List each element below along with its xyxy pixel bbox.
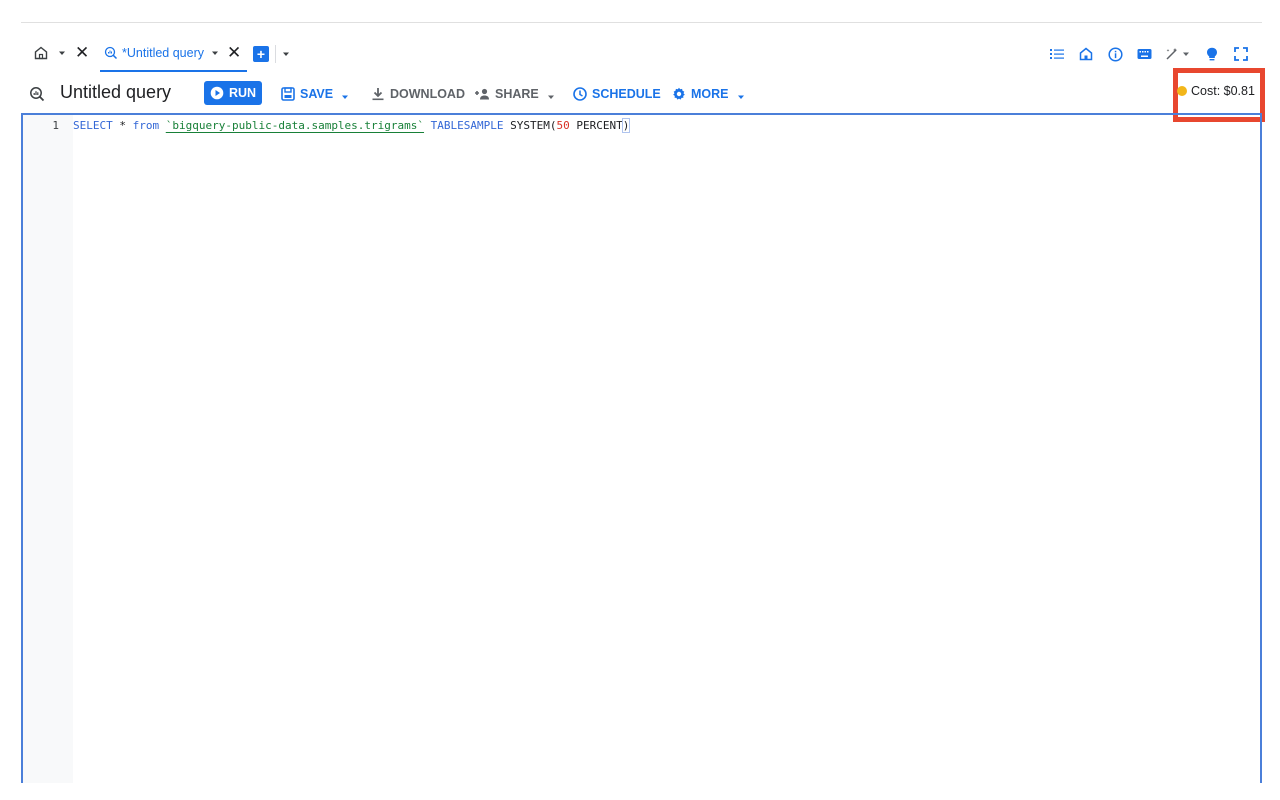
fullscreen-icon[interactable]: [1232, 45, 1250, 63]
more-button[interactable]: MORE: [672, 84, 745, 104]
chevron-down-icon[interactable]: [282, 50, 290, 58]
keyboard-icon[interactable]: [1135, 45, 1153, 63]
home-tab[interactable]: ✕: [33, 44, 89, 61]
table-reference[interactable]: `bigquery-public-data.samples.trigrams`: [166, 119, 424, 132]
cost-label: Cost: $0.81: [1191, 84, 1255, 98]
chevron-down-icon: [341, 90, 349, 99]
save-button[interactable]: SAVE: [281, 84, 349, 104]
query-icon: [29, 86, 45, 102]
home-icon[interactable]: [1077, 45, 1095, 63]
chevron-down-icon[interactable]: [211, 49, 219, 57]
schedule-button[interactable]: SCHEDULE: [573, 84, 661, 104]
run-label: RUN: [228, 86, 257, 100]
keyword-select: SELECT: [73, 118, 113, 132]
chevron-down-icon[interactable]: [58, 49, 66, 57]
keyword-tablesample: TABLESAMPLE: [430, 118, 504, 132]
query-toolbar: Untitled query RUN SAVE DOWNLOAD SHARE S…: [21, 68, 1265, 122]
close-icon[interactable]: ✕: [227, 44, 241, 61]
close-icon[interactable]: ✕: [75, 44, 89, 61]
token-percent: PERCENT: [569, 118, 623, 132]
share-label: SHARE: [495, 87, 539, 101]
download-button[interactable]: DOWNLOAD: [371, 84, 465, 104]
token-system: SYSTEM(: [503, 118, 557, 132]
line-number: 1: [52, 118, 59, 132]
more-label: MORE: [691, 87, 729, 101]
token-star: *: [112, 118, 133, 132]
cost-estimate: Cost: $0.81: [1177, 84, 1255, 98]
add-tab-icon[interactable]: +: [253, 46, 269, 62]
magic-wand-icon[interactable]: [1164, 45, 1192, 63]
tab-bar: ✕ *Untitled query ✕ +: [21, 36, 1262, 72]
share-button[interactable]: SHARE: [474, 84, 555, 104]
schedule-label: SCHEDULE: [592, 87, 661, 101]
keyword-from: from: [132, 118, 160, 132]
list-icon[interactable]: [1048, 45, 1066, 63]
home-icon[interactable]: [33, 45, 49, 61]
code-line[interactable]: 1 SELECT * from `bigquery-public-data.sa…: [23, 117, 631, 133]
status-icon: [1177, 86, 1187, 96]
chevron-down-icon: [737, 90, 745, 99]
info-icon[interactable]: [1106, 45, 1124, 63]
tab-untitled-query[interactable]: *Untitled query ✕: [100, 36, 248, 72]
new-tab-group: +: [253, 45, 290, 63]
chevron-down-icon: [547, 90, 555, 99]
play-icon: [210, 86, 224, 100]
number-literal: 50: [556, 118, 570, 132]
add-person-icon: [474, 87, 490, 101]
top-divider: [21, 22, 1262, 23]
download-label: DOWNLOAD: [390, 87, 465, 101]
query-icon: [104, 46, 118, 60]
line-gutter: [23, 115, 73, 783]
lightbulb-icon[interactable]: [1203, 45, 1221, 63]
code-text[interactable]: SELECT * from `bigquery-public-data.samp…: [73, 117, 631, 133]
clock-icon: [573, 87, 587, 101]
save-label: SAVE: [300, 87, 334, 101]
run-button[interactable]: RUN: [204, 81, 262, 105]
save-icon: [281, 87, 295, 101]
editor-actions: [1037, 45, 1250, 63]
sql-editor[interactable]: 1 SELECT * from `bigquery-public-data.sa…: [21, 113, 1262, 783]
download-icon: [371, 87, 385, 101]
page-title: Untitled query: [60, 82, 172, 102]
gear-icon: [672, 87, 686, 101]
query-tab-label: *Untitled query: [122, 46, 204, 60]
divider: [275, 45, 276, 63]
token-close-paren: ): [621, 117, 631, 133]
